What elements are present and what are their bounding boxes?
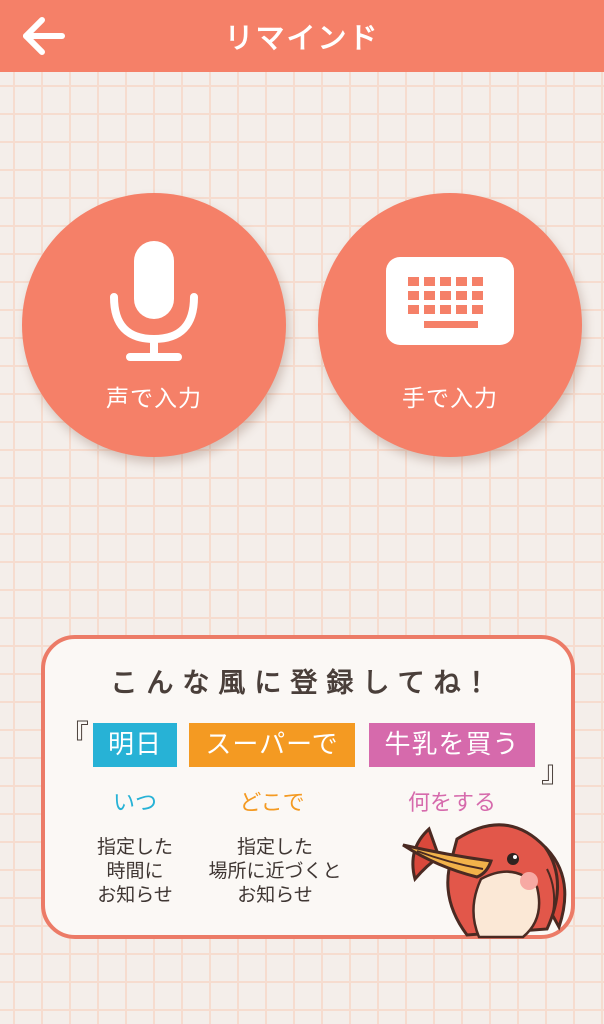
app-header: リマインド	[0, 0, 604, 72]
tag-what: 牛乳を買う	[369, 723, 535, 767]
tag-where: スーパーで	[189, 723, 355, 767]
note-place: 指定した 場所に近づくと お知らせ	[208, 836, 342, 906]
example-title: こんな風に登録してね！	[110, 668, 506, 699]
keyboard-icon	[386, 257, 514, 345]
page-title: リマインド	[224, 21, 380, 55]
microphone-icon	[110, 241, 198, 361]
manual-input-button[interactable]: 手で入力	[318, 193, 582, 457]
bird-mascot-illustration	[402, 823, 567, 939]
caption-where: どこで	[239, 791, 305, 816]
open-bracket: 『	[59, 719, 89, 754]
tag-when: 明日	[93, 723, 177, 767]
close-bracket: 』	[541, 755, 571, 790]
usage-example-card: こんな風に登録してね！ 『 』 明日 スーパーで 牛乳を買う いつ どこで 何を…	[41, 635, 575, 939]
voice-input-button[interactable]: 声で入力	[22, 193, 286, 457]
manual-input-label: 手で入力	[402, 386, 498, 412]
note-time: 指定した 時間に お知らせ	[96, 836, 173, 906]
caption-when: いつ	[112, 791, 157, 816]
voice-input-label: 声で入力	[106, 386, 202, 412]
